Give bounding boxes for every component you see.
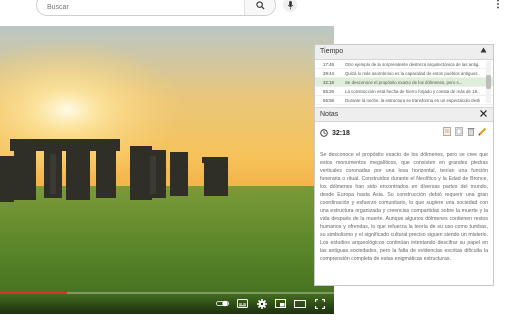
note-time-value: 32:18 — [332, 129, 350, 137]
copy-icon — [454, 127, 463, 136]
delete-icon — [467, 128, 474, 136]
timestamp-time: 55:58 — [323, 97, 334, 103]
search-box[interactable] — [36, 0, 276, 16]
video-frame — [0, 26, 334, 314]
timestamp-desc: Durante la noche, la estructura se trans… — [345, 97, 480, 103]
more-button[interactable] — [492, 0, 504, 10]
notes-panel: Tiempo 17:48 Otro ejemplo de la sorprend… — [314, 44, 494, 286]
timestamp-desc: Otro ejemplo de la sorprendente destreza… — [345, 61, 480, 67]
timestamp-row[interactable]: 55:58 Durante la noche, la estructura se… — [315, 96, 493, 105]
timestamp-time: 29:44 — [323, 70, 334, 76]
autoplay-toggle[interactable] — [216, 298, 229, 309]
notas-title: Notas — [320, 111, 339, 118]
collapse-button[interactable] — [479, 47, 488, 56]
tiempo-title: Tiempo — [320, 48, 344, 55]
timestamp-time: 32:18 — [323, 79, 334, 85]
theater-mode-icon — [293, 299, 306, 308]
miniplayer-button[interactable] — [274, 298, 287, 309]
video-player[interactable] — [0, 26, 334, 314]
search-icon — [255, 0, 265, 10]
timestamp-row[interactable]: 17:48 Otro ejemplo de la sorprendente de… — [315, 60, 493, 69]
pencil-button[interactable] — [478, 127, 487, 136]
close-button[interactable] — [479, 110, 488, 119]
settings-button[interactable] — [255, 298, 268, 309]
timestamp-time: 55:26 — [323, 88, 334, 94]
note-toolbar — [442, 127, 487, 136]
timestamp-time: 17:48 — [323, 61, 334, 67]
progress-bar[interactable] — [0, 292, 334, 294]
scrollbar-thumb[interactable] — [486, 75, 491, 89]
collapse-up-icon — [480, 47, 487, 53]
tiempo-header: Tiempo — [315, 45, 493, 60]
timestamp-scrollbar[interactable] — [486, 61, 491, 103]
clock-icon — [320, 129, 328, 137]
autoplay-toggle-icon — [216, 300, 229, 307]
subtitles-button[interactable] — [236, 298, 249, 309]
note-text: Se desconoce el propósito exacto de los … — [320, 152, 488, 262]
edit-note-icon — [442, 127, 451, 136]
progress-fill — [0, 292, 67, 294]
timestamp-row[interactable]: 29:44 Quizá lo más asombroso es la capac… — [315, 69, 493, 78]
theater-mode-button[interactable] — [293, 298, 306, 309]
close-icon — [480, 110, 487, 117]
miniplayer-icon — [275, 299, 286, 308]
voice-search-button[interactable] — [283, 0, 297, 12]
timestamp-desc: Se desconoce el propósito exacto de los … — [345, 79, 463, 85]
search-input[interactable] — [45, 0, 249, 15]
search-button[interactable] — [244, 0, 275, 15]
delete-button[interactable] — [466, 127, 475, 136]
notas-header: Notas — [315, 107, 493, 122]
pencil-icon — [478, 127, 487, 136]
more-vertical-icon — [497, 0, 499, 9]
timestamp-desc: La construcción está hecha de hierro for… — [345, 88, 480, 94]
timestamp-row[interactable]: 55:26 La construcción está hecha de hier… — [315, 87, 493, 96]
fullscreen-icon — [314, 298, 325, 309]
subtitles-icon — [237, 299, 248, 308]
fullscreen-button[interactable] — [313, 298, 326, 309]
timestamp-desc: Quizá lo más asombroso es la capacidad d… — [345, 70, 480, 76]
note-timestamp: 32:18 — [320, 129, 350, 137]
settings-icon — [256, 298, 267, 309]
timestamp-list: 17:48 Otro ejemplo de la sorprendente de… — [315, 60, 493, 106]
edit-note-button[interactable] — [442, 127, 451, 136]
copy-button[interactable] — [454, 127, 463, 136]
microphone-icon — [287, 0, 293, 10]
timestamp-row-active[interactable]: 32:18 Se desconoce el propósito exacto d… — [315, 78, 493, 87]
